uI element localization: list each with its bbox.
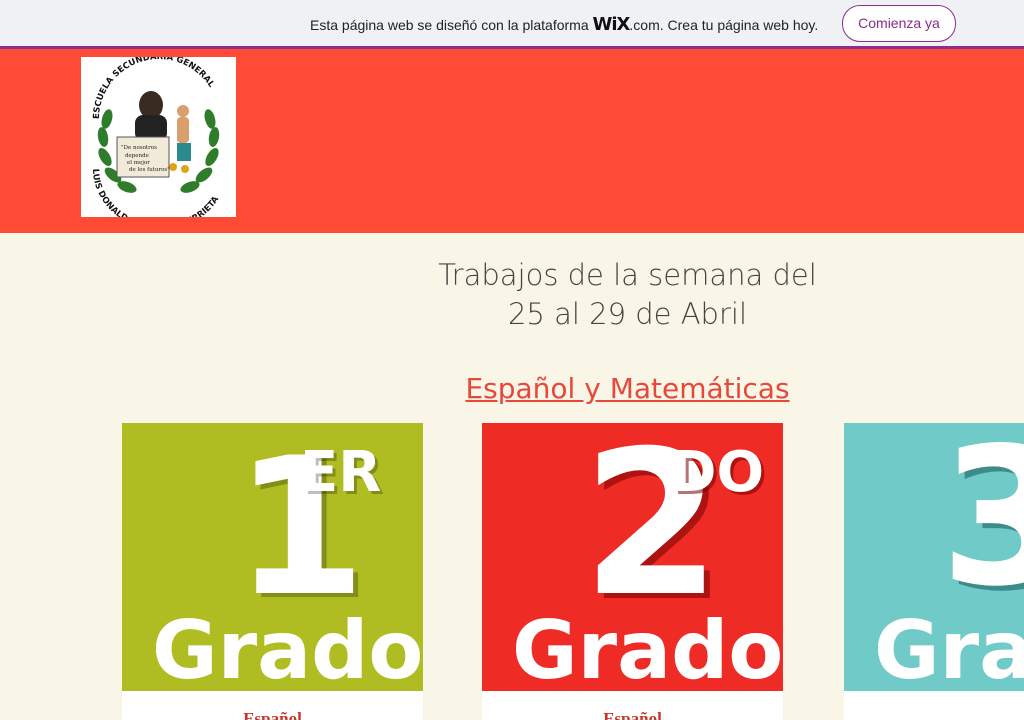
svg-text:de los futuros": de los futuros" — [129, 167, 170, 173]
wix-promo-banner: Esta página web se diseñó con la platafo… — [0, 0, 1024, 49]
grade-superscript-1: ER — [300, 440, 382, 505]
svg-text:depende: depende — [125, 153, 149, 159]
grade-card-2[interactable]: 2 DO Grado Español — [482, 423, 783, 720]
grade-card-3[interactable]: 3 Grado — [844, 423, 1024, 720]
grade-card-1[interactable]: 1 ER Grado Español — [122, 423, 423, 720]
school-logo[interactable]: ESCUELA SECUNDARIA GENERAL LUIS DONALDO … — [81, 52, 236, 233]
wix-promo-text: Esta página web se diseñó con la platafo… — [310, 14, 818, 35]
wix-logo[interactable]: WiX — [593, 14, 631, 35]
grade-superscript-2: DO — [670, 440, 765, 505]
page-title-line2: 25 al 29 de Abril — [507, 297, 748, 331]
grade-caption-1[interactable]: Español — [122, 709, 423, 720]
start-now-button[interactable]: Comienza ya — [842, 5, 956, 42]
wix-promo-text-before: Esta página web se diseñó con la platafo… — [310, 17, 593, 33]
grade-caption-2[interactable]: Español — [482, 709, 783, 720]
grade-image-3[interactable]: 3 Grado — [844, 423, 1024, 691]
svg-text:"De nosotros: "De nosotros — [121, 145, 157, 151]
grade-word-3: Grado — [874, 604, 1024, 691]
grade-word-2: Grado — [512, 604, 783, 691]
grade-image-1[interactable]: 1 ER Grado — [122, 423, 423, 691]
svg-text:el mejor: el mejor — [127, 160, 150, 166]
grade-image-2[interactable]: 2 DO Grado — [482, 423, 783, 691]
subject-link[interactable]: Español y Matemáticas — [330, 372, 925, 405]
page-title: Trabajos de la semana del 25 al 29 de Ab… — [330, 256, 925, 334]
grade-word-1: Grado — [152, 604, 423, 691]
school-crest-icon: ESCUELA SECUNDARIA GENERAL LUIS DONALDO … — [90, 52, 221, 233]
page-title-line1: Trabajos de la semana del — [438, 258, 817, 292]
wix-promo-text-after: .com. Crea tu página web hoy. — [629, 17, 819, 33]
grade-number-3: 3 — [940, 423, 1024, 628]
grade-card-footer-3 — [844, 691, 1024, 720]
